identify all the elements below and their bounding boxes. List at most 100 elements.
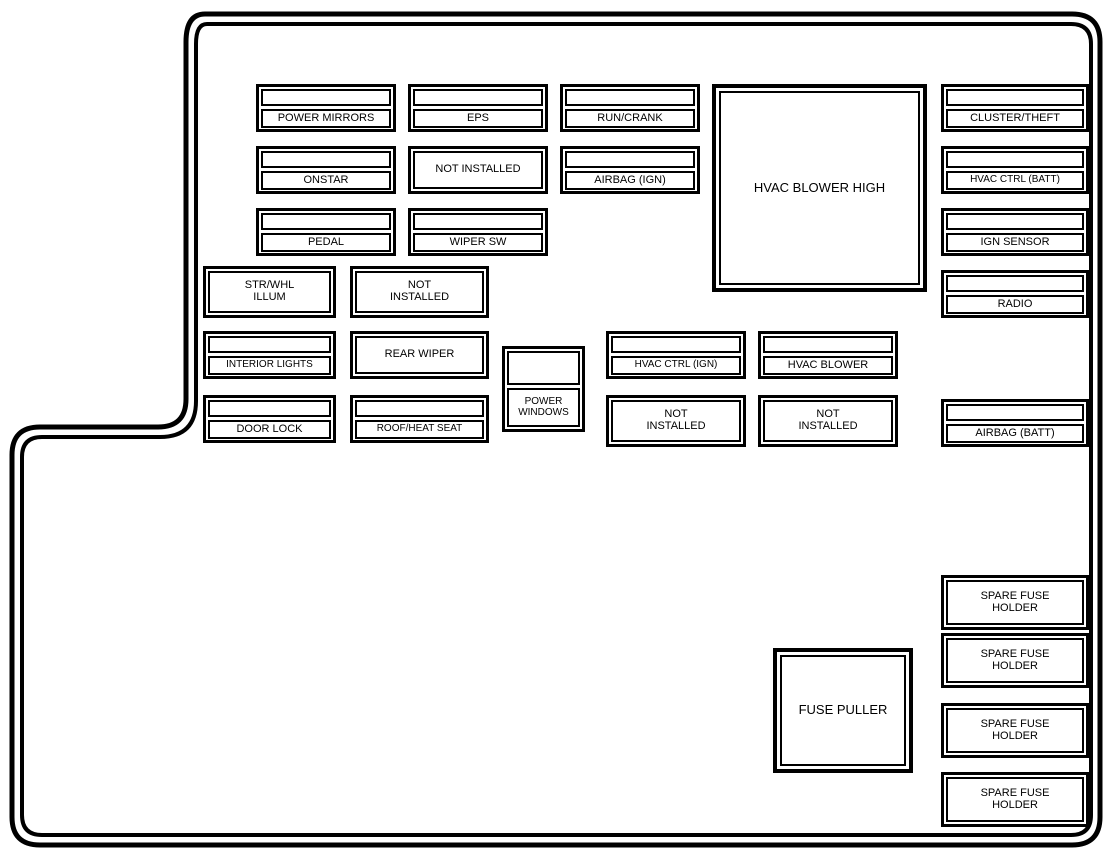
fuse-slot-empty[interactable] — [413, 89, 543, 106]
fuse-block-label: SPARE FUSE HOLDER — [980, 717, 1050, 742]
fuse-block-hvac-ctrl-ign[interactable]: HVAC CTRL (IGN) — [606, 331, 746, 379]
fuse-slot-labeled[interactable]: DOOR LOCK — [208, 420, 331, 439]
fuse-slot-labeled[interactable]: STR/WHL ILLUM — [208, 271, 331, 313]
fuse-slot-labeled[interactable]: POWER MIRRORS — [261, 109, 391, 128]
fuse-block-cluster-theft[interactable]: CLUSTER/THEFT — [941, 84, 1089, 132]
fuse-block-label: POWER WINDOWS — [518, 395, 569, 418]
fuse-block-ign-sensor[interactable]: IGN SENSOR — [941, 208, 1089, 256]
fuse-slot-empty[interactable] — [763, 336, 893, 353]
fuse-block-airbag-ign[interactable]: AIRBAG (IGN) — [560, 146, 700, 194]
fuse-block-door-lock[interactable]: DOOR LOCK — [203, 395, 336, 443]
fuse-block-airbag-batt[interactable]: AIRBAG (BATT) — [941, 399, 1089, 447]
fuse-block-label: NOT INSTALLED — [646, 408, 706, 432]
fuse-block-label: HVAC CTRL (IGN) — [634, 359, 718, 371]
fuse-slot-labeled[interactable]: EPS — [413, 109, 543, 128]
fuse-slot-labeled[interactable]: SPARE FUSE HOLDER — [946, 708, 1084, 753]
fuse-block-label: HVAC BLOWER — [787, 358, 869, 371]
fuse-block-label: NOT INSTALLED — [389, 279, 450, 303]
fuse-slot-labeled[interactable]: SPARE FUSE HOLDER — [946, 777, 1084, 822]
fuse-slot-labeled[interactable]: IGN SENSOR — [946, 233, 1084, 252]
fuse-block-run-crank[interactable]: RUN/CRANK — [560, 84, 700, 132]
fuse-block-label: RUN/CRANK — [597, 111, 663, 124]
fuse-slot-labeled[interactable]: HVAC CTRL (BATT) — [946, 171, 1084, 190]
fuse-slot-labeled[interactable]: HVAC BLOWER — [763, 356, 893, 375]
fuse-block-radio[interactable]: RADIO — [941, 270, 1089, 318]
fuse-slot-empty[interactable] — [946, 151, 1084, 168]
fuse-slot-empty[interactable] — [611, 336, 741, 353]
fuse-slot-empty[interactable] — [946, 404, 1084, 421]
fuse-slot-labeled[interactable]: ROOF/HEAT SEAT — [355, 420, 484, 439]
fuse-block-spare-fuse-holder-3[interactable]: SPARE FUSE HOLDER — [941, 703, 1089, 758]
fuse-slot-labeled[interactable]: NOT INSTALLED — [413, 151, 543, 189]
fuse-slot-labeled[interactable]: WIPER SW — [413, 233, 543, 252]
fuse-block-not-installed-2[interactable]: NOT INSTALLED — [350, 266, 489, 318]
fuse-block-label: INTERIOR LIGHTS — [226, 359, 313, 371]
fuse-block-spare-fuse-holder-1[interactable]: SPARE FUSE HOLDER — [941, 575, 1089, 630]
fuse-slot-empty[interactable] — [261, 89, 391, 106]
fuse-block-wiper-sw[interactable]: WIPER SW — [408, 208, 548, 256]
fuse-slot-labeled[interactable]: CLUSTER/THEFT — [946, 109, 1084, 128]
fuse-block-spare-fuse-holder-2[interactable]: SPARE FUSE HOLDER — [941, 633, 1089, 688]
fuse-slot-labeled[interactable]: HVAC BLOWER HIGH — [719, 91, 920, 285]
fuse-block-label: PEDAL — [307, 235, 345, 248]
fuse-block-label: POWER MIRRORS — [277, 111, 375, 124]
fuse-slot-empty[interactable] — [413, 213, 543, 230]
fuse-block-not-installed-4[interactable]: NOT INSTALLED — [758, 395, 898, 447]
fuse-slot-empty[interactable] — [565, 151, 695, 168]
fuse-slot-labeled[interactable]: SPARE FUSE HOLDER — [946, 580, 1084, 625]
fuse-block-onstar[interactable]: ONSTAR — [256, 146, 396, 194]
fuse-block-label: HVAC BLOWER HIGH — [753, 179, 886, 195]
fuse-slot-labeled[interactable]: INTERIOR LIGHTS — [208, 356, 331, 375]
fuse-block-eps[interactable]: EPS — [408, 84, 548, 132]
fuse-slot-empty[interactable] — [261, 151, 391, 168]
fuse-slot-labeled[interactable]: PEDAL — [261, 233, 391, 252]
fuse-block-not-installed-3[interactable]: NOT INSTALLED — [606, 395, 746, 447]
fuse-block-spare-fuse-holder-4[interactable]: SPARE FUSE HOLDER — [941, 772, 1089, 827]
fuse-block-interior-lights[interactable]: INTERIOR LIGHTS — [203, 331, 336, 379]
fuse-block-label: NOT INSTALLED — [435, 163, 521, 176]
fuse-block-label: DOOR LOCK — [236, 422, 303, 435]
fuse-block-str-whl-illum[interactable]: STR/WHL ILLUM — [203, 266, 336, 318]
fuse-slot-labeled[interactable]: RUN/CRANK — [565, 109, 695, 128]
fuse-block-label: SPARE FUSE HOLDER — [980, 589, 1050, 614]
fuse-slot-empty[interactable] — [208, 336, 331, 353]
fuse-slot-labeled[interactable]: ONSTAR — [261, 171, 391, 190]
fuse-slot-empty[interactable] — [507, 351, 580, 385]
fuse-slot-labeled[interactable]: REAR WIPER — [355, 336, 484, 374]
fuse-block-label: SPARE FUSE HOLDER — [980, 786, 1050, 811]
fuse-slot-empty[interactable] — [261, 213, 391, 230]
fuse-slot-labeled[interactable]: POWER WINDOWS — [507, 388, 580, 427]
fuse-block-rear-wiper[interactable]: REAR WIPER — [350, 331, 489, 379]
fuse-block-label: ROOF/HEAT SEAT — [376, 423, 463, 435]
fuse-block-label: RADIO — [997, 297, 1033, 310]
fuse-slot-labeled[interactable]: AIRBAG (BATT) — [946, 424, 1084, 443]
fuse-block-not-installed-1[interactable]: NOT INSTALLED — [408, 146, 548, 194]
fuse-block-roof-heat-seat[interactable]: ROOF/HEAT SEAT — [350, 395, 489, 443]
fuse-slot-empty[interactable] — [565, 89, 695, 106]
fuse-slot-empty[interactable] — [946, 89, 1084, 106]
fuse-block-power-windows[interactable]: POWER WINDOWS — [502, 346, 585, 432]
fuse-slot-empty[interactable] — [355, 400, 484, 417]
fuse-block-label: NOT INSTALLED — [798, 408, 858, 432]
fuse-slot-empty[interactable] — [946, 213, 1084, 230]
fuse-block-label: HVAC CTRL (BATT) — [970, 174, 1060, 186]
fuse-panel-diagram: POWER MIRRORS EPS RUN/CRANK CLUSTER/THEFT ON… — [0, 0, 1117, 857]
fuse-block-label: ONSTAR — [303, 173, 349, 186]
fuse-slot-empty[interactable] — [946, 275, 1084, 292]
fuse-block-hvac-ctrl-batt[interactable]: HVAC CTRL (BATT) — [941, 146, 1089, 194]
fuse-slot-labeled[interactable]: NOT INSTALLED — [611, 400, 741, 442]
fuse-block-label: AIRBAG (BATT) — [975, 426, 1055, 439]
fuse-slot-labeled[interactable]: HVAC CTRL (IGN) — [611, 356, 741, 375]
fuse-slot-labeled[interactable]: NOT INSTALLED — [355, 271, 484, 313]
fuse-slot-empty[interactable] — [208, 400, 331, 417]
fuse-block-hvac-blower-high[interactable]: HVAC BLOWER HIGH — [712, 84, 927, 292]
fuse-block-power-mirrors[interactable]: POWER MIRRORS — [256, 84, 396, 132]
fuse-slot-labeled[interactable]: RADIO — [946, 295, 1084, 314]
fuse-slot-labeled[interactable]: NOT INSTALLED — [763, 400, 893, 442]
fuse-block-fuse-puller[interactable]: FUSE PULLER — [773, 648, 913, 773]
fuse-block-pedal[interactable]: PEDAL — [256, 208, 396, 256]
fuse-slot-labeled[interactable]: AIRBAG (IGN) — [565, 171, 695, 190]
fuse-block-hvac-blower[interactable]: HVAC BLOWER — [758, 331, 898, 379]
fuse-slot-labeled[interactable]: SPARE FUSE HOLDER — [946, 638, 1084, 683]
fuse-slot-labeled[interactable]: FUSE PULLER — [780, 655, 906, 766]
